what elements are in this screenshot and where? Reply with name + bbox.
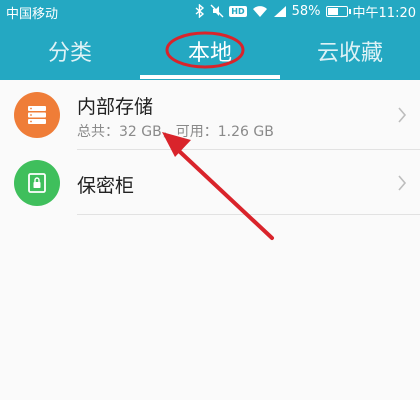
battery-fill [327, 7, 338, 15]
chevron-right-icon [398, 175, 407, 191]
bluetooth-icon [195, 3, 205, 19]
carrier-label: 中国移动 [6, 7, 59, 22]
tab-category[interactable]: 分类 [0, 22, 140, 80]
internal-storage-title: 内部存储 [77, 96, 154, 118]
tab-cloud[interactable]: 云收藏 [280, 22, 420, 80]
status-bar: 中国移动 HD 58% 中午11:20 [0, 0, 420, 23]
storage-icon [14, 92, 60, 138]
status-icons: HD 58% 中午11:20 [195, 2, 416, 21]
battery-percent: 58% [291, 3, 321, 19]
tab-bar: 分类 本地 云收藏 [0, 22, 420, 80]
clock: 中午11:20 [352, 5, 416, 21]
hd-badge: HD [229, 5, 247, 17]
selected-tab-indicator [140, 75, 280, 79]
divider [77, 214, 420, 215]
list-item-safe[interactable]: 保密柜 [0, 150, 420, 216]
signal-icon [273, 3, 287, 19]
chevron-right-icon [398, 107, 407, 123]
list-item-internal-storage[interactable]: 内部存储 总共：32 GB，可用：1.26 GB [0, 80, 420, 150]
safe-icon [14, 160, 60, 206]
tab-local[interactable]: 本地 [140, 22, 280, 80]
battery-icon [325, 5, 351, 17]
wifi-icon [252, 3, 268, 19]
internal-storage-capacity: 总共：32 GB，可用：1.26 GB [77, 124, 274, 140]
app-header: 中国移动 HD 58% 中午11:20 分类 本地 云收藏 [0, 0, 420, 80]
safe-title: 保密柜 [77, 175, 135, 197]
mute-icon [210, 3, 224, 19]
